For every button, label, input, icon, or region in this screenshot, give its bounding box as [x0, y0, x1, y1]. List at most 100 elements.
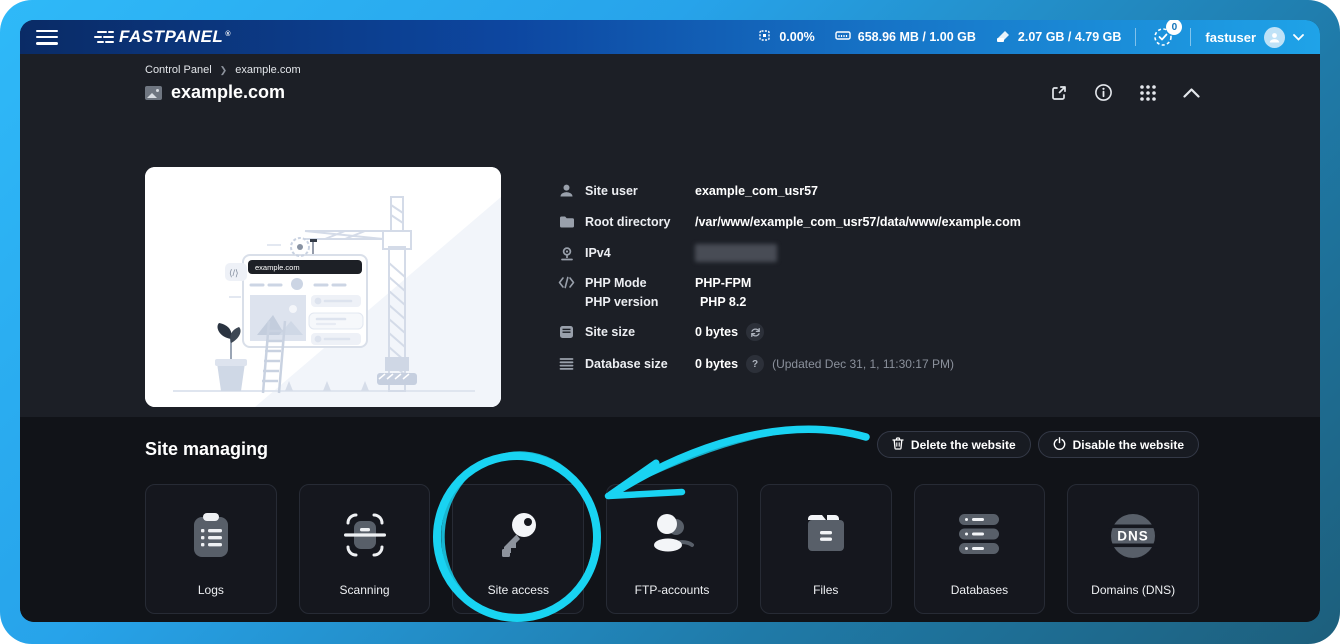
card-ftp-accounts[interactable]: FTP-accounts — [606, 484, 738, 614]
php-row: PHP Mode PHP version PHP-FPM PHP 8.2 — [558, 276, 1198, 309]
illustration-browser-url: example.com — [255, 263, 300, 272]
chevron-down-icon — [1293, 28, 1304, 46]
dns-icon: DNS — [1108, 511, 1158, 566]
root-directory-label: Root directory — [585, 215, 695, 229]
power-icon — [1053, 437, 1066, 453]
card-site-access[interactable]: Site access — [452, 484, 584, 614]
breadcrumb-control-panel[interactable]: Control Panel — [145, 64, 212, 76]
svg-text:DNS: DNS — [1117, 529, 1149, 544]
key-icon — [494, 511, 542, 566]
site-managing-heading: Site managing — [145, 439, 268, 460]
trash-icon — [892, 437, 904, 453]
site-size-value: 0 bytes — [695, 325, 738, 339]
top-bar: FASTPANEL ® 0.00% 658.96 MB / 1.00 GB — [20, 20, 1320, 54]
site-user-row: Site user example_com_usr57 — [558, 182, 1198, 199]
card-logs-label: Logs — [198, 583, 224, 597]
menu-icon[interactable] — [36, 30, 58, 45]
site-size-label: Site size — [585, 325, 695, 339]
ipv4-row: IPv4 — [558, 244, 1198, 262]
folder-icon — [558, 215, 575, 229]
site-image-icon — [145, 86, 162, 100]
brand-name: FASTPANEL — [119, 27, 223, 47]
disk-value: 2.07 GB / 4.79 GB — [1018, 30, 1122, 44]
database-size-value: 0 bytes — [695, 357, 738, 371]
site-user-value: example_com_usr57 — [695, 184, 818, 198]
user-menu[interactable]: fastuser — [1205, 27, 1304, 48]
ram-stat[interactable]: 658.96 MB / 1.00 GB — [835, 29, 976, 45]
breadcrumb: Control Panel ❯ example.com — [145, 64, 301, 76]
site-user-label: Site user — [585, 184, 695, 198]
php-version-label: PHP version — [585, 295, 695, 309]
delete-website-button[interactable]: Delete the website — [877, 431, 1031, 458]
topbar-divider-2 — [1190, 28, 1191, 46]
database-size-label: Database size — [585, 357, 695, 371]
php-mode-value: PHP-FPM — [695, 276, 751, 290]
card-ftp-accounts-label: FTP-accounts — [635, 583, 710, 597]
ram-icon — [835, 29, 851, 45]
disk-stat[interactable]: 2.07 GB / 4.79 GB — [996, 29, 1122, 46]
delete-website-label: Delete the website — [911, 438, 1016, 452]
cpu-stat[interactable]: 0.00% — [757, 28, 814, 46]
site-managing-section: Site managing Delete the website Disable… — [20, 417, 1320, 622]
svg-text:⟨/⟩: ⟨/⟩ — [229, 268, 239, 278]
brand-registered-mark: ® — [225, 31, 230, 38]
root-directory-row: Root directory /var/www/example_com_usr5… — [558, 213, 1198, 230]
tasks-button[interactable]: 0 — [1150, 24, 1176, 50]
code-icon — [558, 276, 575, 289]
database-icon — [558, 357, 575, 371]
user-icon — [558, 183, 575, 198]
site-illustration: example.com — [145, 167, 501, 407]
title-row: example.com — [145, 82, 1200, 103]
open-site-external-icon[interactable] — [1050, 84, 1068, 102]
screenshot-canvas: FASTPANEL ® 0.00% 658.96 MB / 1.00 GB — [0, 0, 1340, 644]
database-size-row: Database size 0 bytes ? (Updated Dec 31,… — [558, 355, 1198, 373]
ipv4-redacted-value — [695, 244, 777, 262]
card-scanning-label: Scanning — [340, 583, 390, 597]
ipv4-label: IPv4 — [585, 246, 695, 260]
fastpanel-logo-icon — [94, 30, 114, 49]
topbar-divider — [1135, 28, 1136, 46]
card-databases-label: Databases — [951, 583, 1008, 597]
php-version-value: PHP 8.2 — [700, 295, 746, 309]
site-size-row: Site size 0 bytes — [558, 323, 1198, 341]
card-scanning[interactable]: Scanning — [299, 484, 431, 614]
disk-icon — [996, 29, 1011, 46]
tasks-badge: 0 — [1166, 20, 1182, 35]
ftp-accounts-icon — [646, 511, 698, 564]
disable-website-button[interactable]: Disable the website — [1038, 431, 1199, 458]
files-folder-icon — [802, 511, 850, 560]
storage-icon — [558, 325, 575, 339]
apps-grid-icon[interactable] — [1139, 84, 1157, 102]
managing-cards: Logs Scanning Site access — [145, 484, 1199, 614]
cpu-value: 0.00% — [779, 30, 814, 44]
location-icon — [558, 246, 575, 261]
database-size-help-button[interactable]: ? — [746, 355, 764, 373]
card-logs[interactable]: Logs — [145, 484, 277, 614]
php-mode-label: PHP Mode — [585, 276, 695, 290]
breadcrumb-chevron-icon: ❯ — [220, 65, 228, 76]
collapse-chevron-up-icon[interactable] — [1183, 88, 1200, 98]
info-icon[interactable] — [1094, 83, 1113, 102]
refresh-site-size-button[interactable] — [746, 323, 764, 341]
breadcrumb-site[interactable]: example.com — [235, 64, 300, 76]
root-directory-value: /var/www/example_com_usr57/data/www/exam… — [695, 215, 1021, 229]
app-window: FASTPANEL ® 0.00% 658.96 MB / 1.00 GB — [20, 20, 1320, 622]
disable-website-label: Disable the website — [1073, 438, 1184, 452]
avatar — [1264, 27, 1285, 48]
site-overview-section: Control Panel ❯ example.com example.com — [20, 54, 1320, 417]
databases-icon — [955, 511, 1003, 562]
card-files-label: Files — [813, 583, 838, 597]
ram-value: 658.96 MB / 1.00 GB — [858, 30, 976, 44]
brand-logo[interactable]: FASTPANEL ® — [94, 27, 230, 47]
card-domains-dns-label: Domains (DNS) — [1091, 583, 1175, 597]
card-domains-dns[interactable]: DNS Domains (DNS) — [1067, 484, 1199, 614]
site-info-list: Site user example_com_usr57 Root directo… — [558, 182, 1198, 387]
cpu-icon — [757, 28, 772, 46]
scanning-icon — [340, 511, 390, 564]
database-size-updated-note: (Updated Dec 31, 1, 11:30:17 PM) — [772, 357, 954, 371]
username: fastuser — [1205, 30, 1256, 45]
card-files[interactable]: Files — [760, 484, 892, 614]
card-databases[interactable]: Databases — [914, 484, 1046, 614]
logs-icon — [189, 511, 233, 566]
card-site-access-label: Site access — [488, 583, 549, 597]
